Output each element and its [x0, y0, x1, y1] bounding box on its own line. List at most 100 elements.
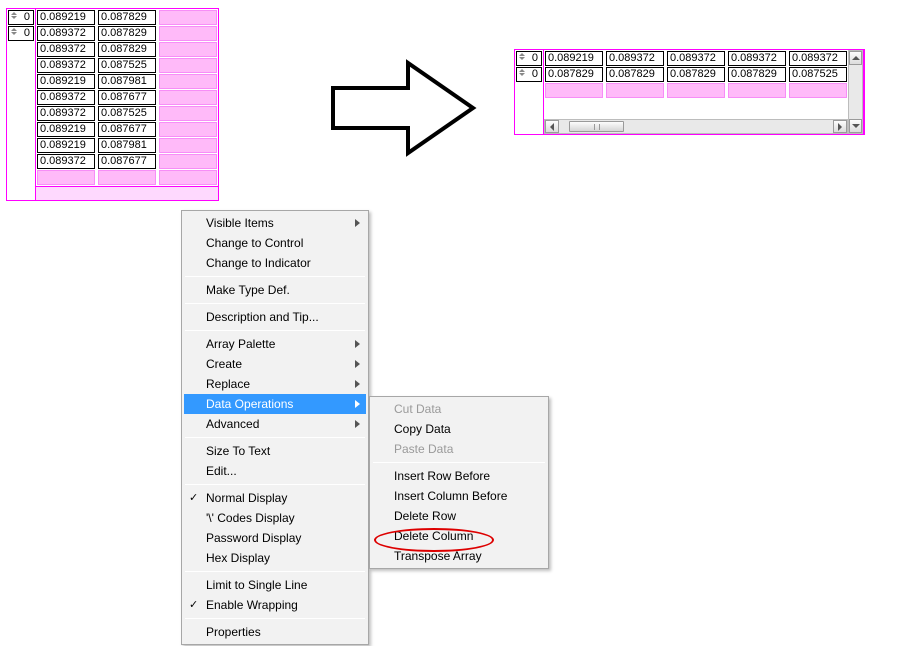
array-cell[interactable] — [159, 106, 217, 121]
menu-item-description-and-tip[interactable]: Description and Tip... — [184, 307, 366, 327]
array-cell[interactable]: 0.089372 — [37, 42, 95, 57]
arrow-icon — [318, 48, 478, 168]
array-cell[interactable] — [37, 170, 95, 185]
array-cell[interactable]: 0.087829 — [545, 67, 603, 82]
menu-item-limit-to-single-line[interactable]: Limit to Single Line — [184, 575, 366, 595]
array-cell[interactable]: 0.089372 — [37, 90, 95, 105]
menu-item-replace[interactable]: Replace — [184, 374, 366, 394]
scrollbar-track[interactable] — [849, 65, 862, 119]
array-cell[interactable]: 0.089372 — [606, 51, 664, 66]
data-operations-submenu[interactable]: Cut DataCopy DataPaste DataInsert Row Be… — [369, 396, 549, 569]
array-cell[interactable]: 0.089372 — [37, 106, 95, 121]
menu-item-codes-display[interactable]: '\' Codes Display — [184, 508, 366, 528]
array-cell[interactable] — [159, 138, 217, 153]
menu-item-copy-data[interactable]: Copy Data — [372, 419, 546, 439]
scrollbar-track[interactable] — [559, 120, 833, 133]
index-value: 0 — [24, 27, 30, 40]
array-cell[interactable] — [159, 90, 217, 105]
array-cell[interactable]: 0.087981 — [98, 74, 156, 89]
index-row-field[interactable]: 0 — [8, 10, 34, 25]
vertical-scrollbar[interactable] — [848, 50, 863, 134]
array-cell[interactable]: 0.087525 — [789, 67, 847, 82]
array-cell[interactable]: 0.087829 — [98, 42, 156, 57]
submenu-arrow-icon — [355, 360, 360, 368]
array-cell[interactable] — [159, 58, 217, 73]
array-cell[interactable] — [159, 74, 217, 89]
menu-item-delete-column[interactable]: Delete Column — [372, 526, 546, 546]
scroll-right-button[interactable] — [833, 120, 847, 133]
left-array-control[interactable]: 0 0 0.0892190.0878290.0893720.0878290.08… — [6, 8, 219, 201]
array-cell[interactable]: 0.087981 — [98, 138, 156, 153]
array-cell[interactable]: 0.087829 — [606, 67, 664, 82]
menu-item-array-palette[interactable]: Array Palette — [184, 334, 366, 354]
menu-item-hex-display[interactable]: Hex Display — [184, 548, 366, 568]
array-cell[interactable]: 0.089372 — [37, 58, 95, 73]
menu-item-visible-items[interactable]: Visible Items — [184, 213, 366, 233]
menu-item-properties[interactable]: Properties — [184, 622, 366, 642]
array-cell[interactable]: 0.087829 — [728, 67, 786, 82]
array-cell[interactable] — [159, 170, 217, 185]
menu-item-change-to-control[interactable]: Change to Control — [184, 233, 366, 253]
spinner-icon[interactable] — [519, 53, 525, 60]
right-array-index-col: 0 0 — [515, 50, 544, 134]
menu-item-edit[interactable]: Edit... — [184, 461, 366, 481]
scroll-up-button[interactable] — [849, 51, 862, 65]
array-cell[interactable] — [159, 10, 217, 25]
array-cell[interactable]: 0.087829 — [98, 26, 156, 41]
scroll-left-button[interactable] — [545, 120, 559, 133]
menu-item-transpose-array[interactable]: Transpose Array — [372, 546, 546, 566]
array-cell[interactable]: 0.087829 — [667, 67, 725, 82]
array-cell[interactable]: 0.089219 — [37, 74, 95, 89]
menu-item-password-display[interactable]: Password Display — [184, 528, 366, 548]
menu-item-insert-row-before[interactable]: Insert Row Before — [372, 466, 546, 486]
horizontal-scrollbar[interactable] — [544, 119, 848, 134]
array-cell[interactable]: 0.089219 — [37, 10, 95, 25]
menu-item-create[interactable]: Create — [184, 354, 366, 374]
array-cell[interactable]: 0.089219 — [37, 138, 95, 153]
menu-item-make-type-def[interactable]: Make Type Def. — [184, 280, 366, 300]
array-cell[interactable] — [545, 83, 603, 98]
menu-item-label: Description and Tip... — [206, 310, 319, 324]
array-cell[interactable]: 0.087525 — [98, 106, 156, 121]
array-cell[interactable] — [159, 154, 217, 169]
menu-item-size-to-text[interactable]: Size To Text — [184, 441, 366, 461]
array-cell[interactable]: 0.089372 — [667, 51, 725, 66]
array-cell[interactable]: 0.089219 — [545, 51, 603, 66]
menu-item-data-operations[interactable]: Data Operations — [184, 394, 366, 414]
array-cell[interactable] — [159, 26, 217, 41]
array-cell[interactable]: 0.089372 — [37, 154, 95, 169]
scrollbar-thumb[interactable] — [569, 121, 624, 132]
array-cell[interactable] — [159, 122, 217, 137]
context-menu[interactable]: Visible ItemsChange to ControlChange to … — [181, 210, 369, 645]
menu-item-insert-column-before[interactable]: Insert Column Before — [372, 486, 546, 506]
index-col-field[interactable]: 0 — [516, 67, 542, 82]
right-array-control[interactable]: 0 0 0.0892190.0893720.0893720.0893720.08… — [514, 49, 865, 135]
array-cell[interactable] — [606, 83, 664, 98]
scroll-down-button[interactable] — [849, 119, 862, 133]
spinner-icon[interactable] — [11, 28, 17, 35]
array-cell[interactable]: 0.089219 — [37, 122, 95, 137]
array-cell[interactable]: 0.089372 — [37, 26, 95, 41]
menu-item-normal-display[interactable]: Normal Display✓ — [184, 488, 366, 508]
array-cell[interactable] — [98, 170, 156, 185]
array-cell[interactable]: 0.087525 — [98, 58, 156, 73]
index-row-field[interactable]: 0 — [516, 51, 542, 66]
array-cell[interactable]: 0.087677 — [98, 90, 156, 105]
menu-item-advanced[interactable]: Advanced — [184, 414, 366, 434]
array-cell[interactable] — [728, 83, 786, 98]
array-cell[interactable]: 0.087677 — [98, 154, 156, 169]
menu-item-label: Hex Display — [206, 551, 270, 565]
array-cell[interactable]: 0.087829 — [98, 10, 156, 25]
menu-item-enable-wrapping[interactable]: Enable Wrapping✓ — [184, 595, 366, 615]
spinner-icon[interactable] — [11, 12, 17, 19]
array-cell[interactable]: 0.089372 — [728, 51, 786, 66]
menu-item-change-to-indicator[interactable]: Change to Indicator — [184, 253, 366, 273]
index-col-field[interactable]: 0 — [8, 26, 34, 41]
array-cell[interactable]: 0.087677 — [98, 122, 156, 137]
array-cell[interactable]: 0.089372 — [789, 51, 847, 66]
array-cell[interactable] — [789, 83, 847, 98]
spinner-icon[interactable] — [519, 69, 525, 76]
menu-item-delete-row[interactable]: Delete Row — [372, 506, 546, 526]
array-cell[interactable] — [667, 83, 725, 98]
array-cell[interactable] — [159, 42, 217, 57]
